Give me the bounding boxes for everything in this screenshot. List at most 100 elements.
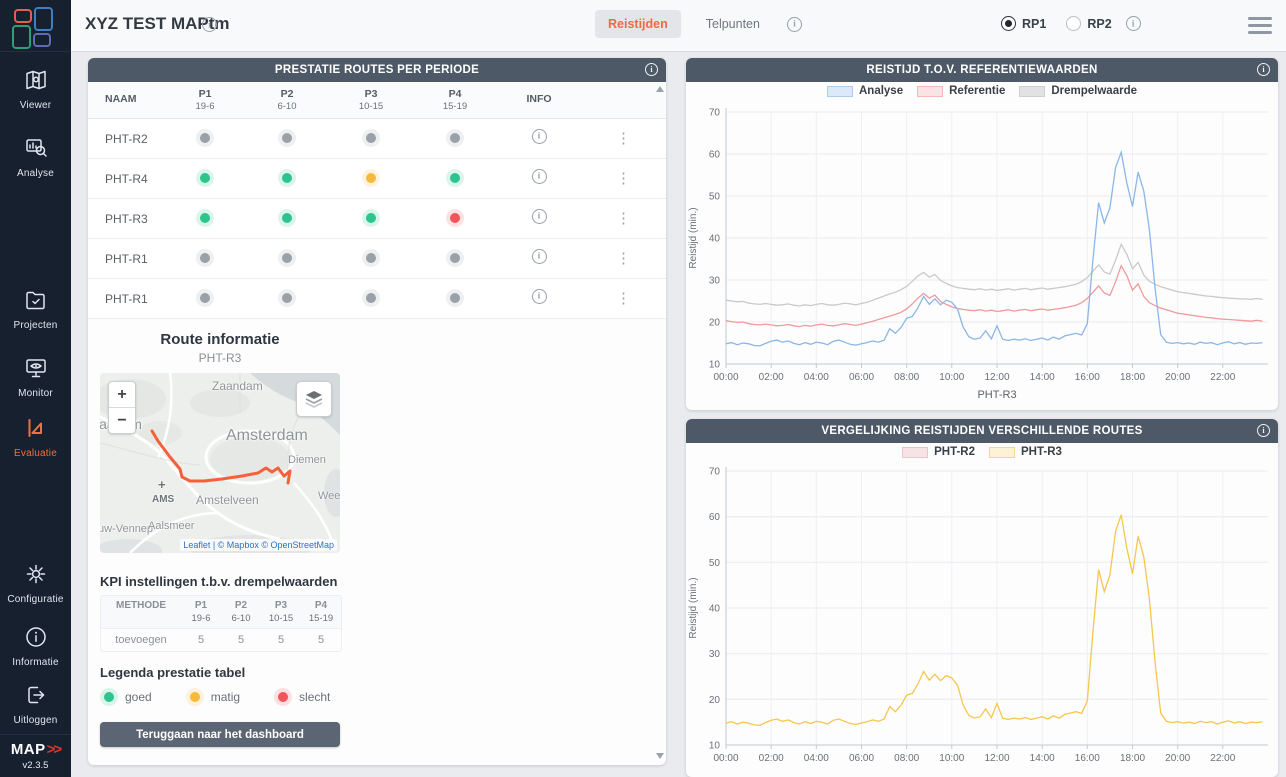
sidebar-item-informatie[interactable]: Informatie xyxy=(0,625,71,668)
svg-text:60: 60 xyxy=(709,512,721,523)
reistijd-referentie-panel: REISTIJD T.O.V. REFERENTIEWAARDEN Analys… xyxy=(686,58,1278,410)
rp-radio-group: RP1 RP2 xyxy=(1001,16,1141,31)
kebab-menu-icon[interactable] xyxy=(616,214,631,224)
kpi-title: KPI instellingen t.b.v. drempelwaarden xyxy=(100,574,337,589)
row-info-icon[interactable] xyxy=(532,209,547,224)
brand-logo: MAP>> v2.3.5 xyxy=(0,734,71,777)
route-name: PHT-R3 xyxy=(105,212,165,226)
legend-label: PHT-R2 xyxy=(934,446,975,458)
chart-legend-item[interactable]: PHT-R2 xyxy=(902,446,975,458)
radio-rp2[interactable]: RP2 xyxy=(1066,16,1111,31)
chart-legend-item[interactable]: PHT-R3 xyxy=(989,446,1062,458)
panel-header: REISTIJD T.O.V. REFERENTIEWAARDEN xyxy=(686,58,1278,82)
svg-text:16:00: 16:00 xyxy=(1075,372,1100,383)
chart-legend-item[interactable]: Analyse xyxy=(827,85,903,97)
hamburger-menu-icon[interactable] xyxy=(1248,17,1272,38)
chart-legend: Analyse Referentie Drempelwaarde xyxy=(686,85,1278,97)
scroll-down-arrow-icon[interactable] xyxy=(656,753,664,759)
tab-telpunten[interactable]: Telpunten xyxy=(693,10,773,38)
kebab-menu-icon[interactable] xyxy=(616,294,631,304)
svg-text:70: 70 xyxy=(709,467,721,478)
status-dot-geen xyxy=(366,293,376,303)
status-dot-halo xyxy=(362,249,380,267)
svg-text:18:00: 18:00 xyxy=(1120,753,1145,764)
panel-scrollbar[interactable] xyxy=(655,84,665,761)
prestatie-legend-title: Legenda prestatie tabel xyxy=(100,665,245,680)
svg-text:00:00: 00:00 xyxy=(713,753,738,764)
zoom-out-button[interactable]: − xyxy=(109,408,135,433)
radios-info-icon[interactable] xyxy=(1126,16,1141,31)
status-dot-slecht xyxy=(450,213,460,223)
panel-info-icon[interactable] xyxy=(645,63,658,76)
svg-text:14:00: 14:00 xyxy=(1030,753,1055,764)
sidebar-item-label: Configuratie xyxy=(0,594,71,605)
title-info-icon[interactable] xyxy=(202,17,217,32)
legend-swatch xyxy=(827,86,853,97)
radio-rp1[interactable]: RP1 xyxy=(1001,16,1046,31)
panel-info-icon[interactable] xyxy=(1257,63,1270,76)
sidebar-item-label: Uitloggen xyxy=(0,715,71,726)
row-info-icon[interactable] xyxy=(532,129,547,144)
kebab-menu-icon[interactable] xyxy=(616,174,631,184)
tabs-info-icon[interactable] xyxy=(787,17,802,32)
status-dot-geen xyxy=(450,133,460,143)
tab-reistijden[interactable]: Reistijden xyxy=(595,10,681,38)
back-to-dashboard-button[interactable]: Teruggaan naar het dashboard xyxy=(100,722,340,747)
legend-label: Referentie xyxy=(949,85,1005,97)
svg-text:02:00: 02:00 xyxy=(759,753,784,764)
reistijd-chart: 1020304050607000:0002:0004:0006:0008:001… xyxy=(686,104,1278,410)
kpi-methode-value[interactable]: toevoegen xyxy=(101,634,181,646)
row-info-icon[interactable] xyxy=(532,249,547,264)
radio-button[interactable] xyxy=(1001,16,1016,31)
sidebar-item-configuratie[interactable]: Configuratie xyxy=(0,562,71,605)
status-dot-geen xyxy=(282,293,292,303)
sidebar-item-evaluatie[interactable]: Evaluatie xyxy=(0,416,71,459)
zoom-in-button[interactable]: + xyxy=(109,382,135,408)
map-attribution[interactable]: Leaflet | © Mapbox © OpenStreetMap xyxy=(180,539,337,551)
legend-item-goed: goed xyxy=(100,688,152,706)
row-info-icon[interactable] xyxy=(532,169,547,184)
row-info-icon[interactable] xyxy=(532,289,547,304)
panel-info-icon[interactable] xyxy=(1257,424,1270,437)
status-dot-halo xyxy=(362,169,380,187)
table-row: PHT-R1 xyxy=(88,239,666,279)
status-dot-halo xyxy=(362,209,380,227)
kpi-p3-value: 5 xyxy=(261,634,301,646)
status-dot-geen xyxy=(366,253,376,263)
scroll-up-arrow-icon[interactable] xyxy=(656,86,664,92)
view-tabs: Reistijden Telpunten xyxy=(595,10,802,38)
brand-chevrons-icon: >> xyxy=(47,741,61,758)
status-dot-halo xyxy=(446,289,464,307)
sidebar-item-uitloggen[interactable]: Uitloggen xyxy=(0,683,71,726)
sidebar-item-monitor[interactable]: Monitor xyxy=(0,356,71,399)
app-logo[interactable] xyxy=(0,0,71,52)
status-dot-goed xyxy=(282,173,292,183)
legend-label: goed xyxy=(125,690,152,704)
brand-text: MAP xyxy=(11,741,46,758)
sidebar-item-label: Analyse xyxy=(0,168,71,179)
map-layers-button[interactable] xyxy=(296,381,332,417)
route-map[interactable]: ZaandamlaarlemAmsterdamDiemen+AMSAmstelv… xyxy=(100,373,340,553)
panel-title: VERGELIJKING REISTIJDEN VERSCHILLENDE RO… xyxy=(821,425,1142,437)
sidebar-item-label: Projecten xyxy=(0,320,71,331)
legend-dot-goed xyxy=(104,692,114,702)
sidebar-item-analyse[interactable]: Analyse xyxy=(0,136,71,179)
route-name: PHT-R1 xyxy=(105,252,165,266)
sidebar-item-projecten[interactable]: Projecten xyxy=(0,288,71,331)
status-dot-halo xyxy=(446,129,464,147)
svg-text:60: 60 xyxy=(709,150,721,161)
kpi-table-row: toevoegen 5 5 5 5 xyxy=(101,629,341,651)
status-dot-geen xyxy=(450,253,460,263)
kpi-table-header: METHODE P119-6 P26-10 P310-15 P415-19 xyxy=(101,596,341,629)
radio-button[interactable] xyxy=(1066,16,1081,31)
sidebar-item-viewer[interactable]: Viewer xyxy=(0,68,71,111)
kpi-col-p3: P310-15 xyxy=(261,600,301,624)
kpi-p4-value: 5 xyxy=(301,634,341,646)
svg-text:00:00: 00:00 xyxy=(713,372,738,383)
kebab-menu-icon[interactable] xyxy=(616,134,631,144)
chart-legend-item[interactable]: Drempelwaarde xyxy=(1019,85,1137,97)
svg-text:22:00: 22:00 xyxy=(1210,753,1235,764)
chart-legend-item[interactable]: Referentie xyxy=(917,85,1005,97)
kebab-menu-icon[interactable] xyxy=(616,254,631,264)
radio-label: RP1 xyxy=(1022,17,1046,31)
